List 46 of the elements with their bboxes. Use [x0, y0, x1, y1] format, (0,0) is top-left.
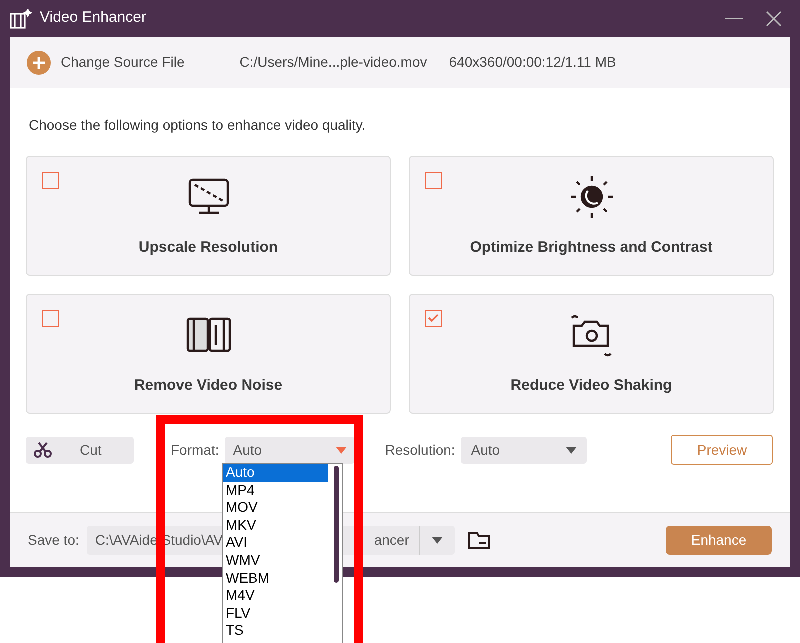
folder-icon[interactable] — [467, 530, 492, 550]
minimize-icon — [725, 18, 743, 20]
option-label: Optimize Brightness and Contrast — [470, 238, 713, 258]
save-to-label: Save to: — [28, 530, 80, 550]
format-option[interactable]: MOV — [223, 499, 328, 517]
film-icon — [10, 8, 32, 28]
monitor-icon — [186, 177, 230, 217]
scrollbar-thumb[interactable] — [334, 466, 339, 583]
option-card[interactable]: Upscale Resolution — [26, 156, 391, 276]
format-option[interactable]: MP4 — [223, 482, 328, 500]
resolution-label: Resolution: — [385, 440, 456, 460]
format-option[interactable]: FLV — [223, 604, 328, 622]
scissors-icon — [34, 442, 52, 458]
option-label: Remove Video Noise — [134, 376, 283, 396]
caret-icon — [432, 536, 444, 544]
change-source-button[interactable]: Change Source File — [27, 50, 185, 74]
save-path-end: ancer — [374, 530, 410, 550]
format-option[interactable]: MKV — [223, 516, 328, 534]
caret-icon — [566, 446, 578, 454]
plus-icon — [33, 56, 45, 68]
close-icon — [766, 10, 782, 26]
instructions-text: Choose the following options to enhance video quality. — [29, 116, 367, 135]
option-checkbox[interactable] — [42, 310, 59, 327]
format-dropdown[interactable]: Auto — [225, 436, 356, 464]
format-label: Format: — [171, 440, 220, 460]
option-label: Reduce Video Shaking — [510, 376, 672, 396]
file-info: 640x360/00:00:12/1.11 MB — [449, 53, 616, 72]
option-label: Upscale Resolution — [138, 238, 278, 258]
format-option[interactable]: M4V — [223, 587, 328, 605]
option-card[interactable]: Reduce Video Shaking — [409, 294, 774, 414]
option-checkbox[interactable] — [425, 310, 442, 327]
format-option[interactable]: AVI — [223, 534, 328, 552]
option-checkbox[interactable] — [42, 172, 59, 189]
option-card[interactable]: Remove Video Noise — [26, 294, 391, 414]
format-option[interactable]: WMV — [223, 552, 328, 570]
option-card[interactable]: Optimize Brightness and Contrast — [409, 156, 774, 276]
format-option[interactable]: WEBM — [223, 570, 328, 588]
format-option[interactable]: Auto — [223, 464, 328, 482]
format-option[interactable]: TS — [223, 622, 328, 640]
checkmark-icon — [428, 314, 439, 323]
cut-button[interactable]: Cut — [26, 436, 134, 464]
file-path: C:/Users/Mine...ple-video.mov — [240, 53, 428, 72]
option-checkbox[interactable] — [425, 172, 442, 189]
window-title: Video Enhancer — [40, 8, 146, 28]
film-strip-icon — [184, 315, 232, 355]
resolution-dropdown[interactable]: Auto — [461, 436, 588, 464]
